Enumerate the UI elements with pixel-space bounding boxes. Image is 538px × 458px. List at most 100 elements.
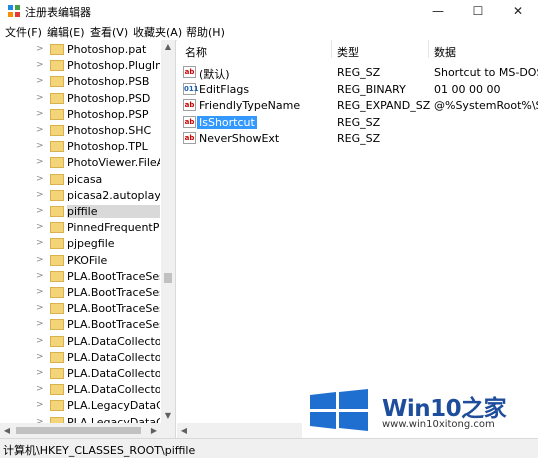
expand-chevron-icon[interactable]: > xyxy=(36,255,44,265)
minimize-button[interactable]: — xyxy=(418,0,458,22)
expand-chevron-icon[interactable]: > xyxy=(36,206,44,216)
value-data: Shortcut to MS-DOS Program xyxy=(434,66,538,79)
expand-chevron-icon[interactable]: > xyxy=(36,93,44,103)
tree-item[interactable]: > PKOFile xyxy=(0,253,160,269)
watermark-title: Win10之家 xyxy=(382,396,507,422)
expand-chevron-icon[interactable]: > xyxy=(36,109,44,119)
tree-item[interactable]: > picasa2.autoplay xyxy=(0,188,160,204)
title-bar: 注册表编辑器 — ☐ ✕ xyxy=(0,0,538,22)
tree-item[interactable]: > Photoshop.PSP xyxy=(0,107,160,123)
menu-file[interactable]: 文件(F) xyxy=(5,24,42,40)
menu-edit[interactable]: 编辑(E) xyxy=(47,24,85,40)
maximize-button[interactable]: ☐ xyxy=(458,0,498,22)
tree-item[interactable]: > Photoshop.PSD xyxy=(0,91,160,107)
expand-chevron-icon[interactable]: > xyxy=(36,174,44,184)
tree-item[interactable]: > picasa xyxy=(0,172,160,188)
expand-chevron-icon[interactable]: > xyxy=(36,303,44,313)
scroll-left-arrow-icon[interactable]: ◀ xyxy=(0,423,14,438)
status-bar: 计算机\HKEY_CLASSES_ROOT\piffile xyxy=(0,438,538,458)
tree-item[interactable]: > Photoshop.PlugIn xyxy=(0,58,160,74)
scroll-right-arrow-icon[interactable]: ▶ xyxy=(147,423,161,438)
value-type: REG_EXPAND_SZ xyxy=(337,99,431,112)
folder-icon xyxy=(50,206,64,217)
tree-item[interactable]: > Photoshop.TPL xyxy=(0,139,160,155)
tree-item[interactable]: > PLA.BootTraceSessi xyxy=(0,317,160,333)
tree-horizontal-scrollbar[interactable]: ◀ ▶ xyxy=(0,423,175,438)
expand-chevron-icon[interactable]: > xyxy=(36,44,44,54)
scroll-thumb[interactable] xyxy=(16,427,141,434)
tree-item[interactable]: > PinnedFrequentPlace xyxy=(0,220,160,236)
expand-chevron-icon[interactable]: > xyxy=(36,157,44,167)
value-name: FriendlyTypeName xyxy=(199,99,301,112)
expand-chevron-icon[interactable]: > xyxy=(36,222,44,232)
windows-logo-icon xyxy=(310,389,368,431)
scroll-up-arrow-icon[interactable]: ▲ xyxy=(161,40,175,54)
tree-item[interactable]: > PLA.DataCollectorSe xyxy=(0,350,160,366)
tree-item[interactable]: > PLA.DataCollectorSe xyxy=(0,366,160,382)
key-tree-pane[interactable]: > Photoshop.pat > Photoshop.PlugIn > Photosho… xyxy=(0,40,176,438)
values-horizontal-scrollbar[interactable]: ◀ xyxy=(177,423,302,438)
tree-item[interactable]: > PLA.BootTraceSessi xyxy=(0,301,160,317)
value-row[interactable]: ab(默认)REG_SZShortcut to MS-DOS Program xyxy=(177,64,538,81)
value-row[interactable]: ab NeverShowExt REG_SZ xyxy=(177,130,538,147)
expand-chevron-icon[interactable]: > xyxy=(36,384,44,394)
column-header-data[interactable]: 数据 xyxy=(434,44,456,60)
tree-vertical-scrollbar[interactable]: ▲ ▼ xyxy=(161,40,175,423)
column-divider[interactable] xyxy=(428,40,429,58)
value-type: REG_SZ xyxy=(337,132,381,145)
expand-chevron-icon[interactable]: > xyxy=(36,141,44,151)
folder-icon xyxy=(50,173,64,185)
string-value-icon: ab xyxy=(183,66,196,78)
value-row[interactable]: 011 EditFlags REG_BINARY 01 00 00 00 xyxy=(177,81,538,98)
watermark-url: www.win10xitong.com xyxy=(382,419,495,430)
menu-bar: 文件(F) 编辑(E) 查看(V) 收藏夹(A) 帮助(H) xyxy=(0,22,538,41)
column-divider[interactable] xyxy=(331,40,332,58)
column-header-name[interactable]: 名称 xyxy=(185,44,207,60)
scroll-down-arrow-icon[interactable]: ▼ xyxy=(161,409,175,423)
folder-icon xyxy=(50,287,64,298)
tree-item[interactable]: > Photoshop.pat xyxy=(0,42,160,58)
expand-chevron-icon[interactable]: > xyxy=(36,352,44,362)
folder-icon xyxy=(50,108,64,120)
tree-item-label: Photoshop.PlugIn xyxy=(67,59,160,73)
value-data: @%SystemRoot%\System32 xyxy=(434,99,538,112)
expand-chevron-icon[interactable]: > xyxy=(36,319,44,329)
close-button[interactable]: ✕ xyxy=(498,0,538,22)
tree-item[interactable]: > pjpegfile xyxy=(0,236,160,252)
expand-chevron-icon[interactable]: > xyxy=(36,271,44,281)
scroll-thumb[interactable] xyxy=(164,273,172,283)
tree-item[interactable]: > Photoshop.PSB xyxy=(0,74,160,90)
tree-item[interactable]: > PLA.LegacyDataColl xyxy=(0,398,160,414)
binary-value-icon: 011 xyxy=(183,82,199,95)
expand-chevron-icon[interactable]: > xyxy=(36,190,44,200)
menu-view[interactable]: 查看(V) xyxy=(90,24,128,40)
expand-chevron-icon[interactable]: > xyxy=(36,287,44,297)
expand-chevron-icon[interactable]: > xyxy=(36,76,44,86)
tree-item[interactable]: > PLA.DataCollectorSe xyxy=(0,334,160,350)
values-pane[interactable]: 名称 类型 数据 ab(默认)REG_SZShortcut to MS-DOS … xyxy=(177,40,538,438)
scroll-left-arrow-icon[interactable]: ◀ xyxy=(177,423,191,438)
value-row[interactable]: ab FriendlyTypeName REG_EXPAND_SZ @%SystemR… xyxy=(177,97,538,114)
expand-chevron-icon[interactable]: > xyxy=(36,125,44,135)
folder-icon xyxy=(50,189,64,201)
folder-icon xyxy=(50,76,64,88)
tree-item[interactable]: > PLA.BootTraceSessi xyxy=(0,269,160,285)
column-header-type[interactable]: 类型 xyxy=(337,44,359,60)
expand-chevron-icon[interactable]: > xyxy=(36,368,44,378)
expand-chevron-icon[interactable]: > xyxy=(36,238,44,248)
tree-item[interactable]: > PLA.BootTraceSessi xyxy=(0,285,160,301)
tree-item[interactable]: > PhotoViewer.FileAssoc xyxy=(0,155,160,171)
tree-item[interactable]: > Photoshop.SHC xyxy=(0,123,160,139)
folder-icon xyxy=(50,384,64,396)
tree-item-label: PLA.DataCollectorSe xyxy=(67,383,160,397)
tree-item[interactable]: > PLA.DataCollectorSe xyxy=(0,382,160,398)
expand-chevron-icon[interactable]: > xyxy=(36,400,44,410)
tree-item[interactable]: > piffile xyxy=(0,204,160,220)
folder-icon xyxy=(50,254,64,266)
expand-chevron-icon[interactable]: > xyxy=(36,336,44,346)
menu-favorites[interactable]: 收藏夹(A) xyxy=(133,24,182,40)
value-row[interactable]: ab IsShortcut REG_SZ xyxy=(177,114,538,131)
regedit-app-icon xyxy=(8,5,20,17)
menu-help[interactable]: 帮助(H) xyxy=(186,24,225,40)
expand-chevron-icon[interactable]: > xyxy=(36,60,44,70)
